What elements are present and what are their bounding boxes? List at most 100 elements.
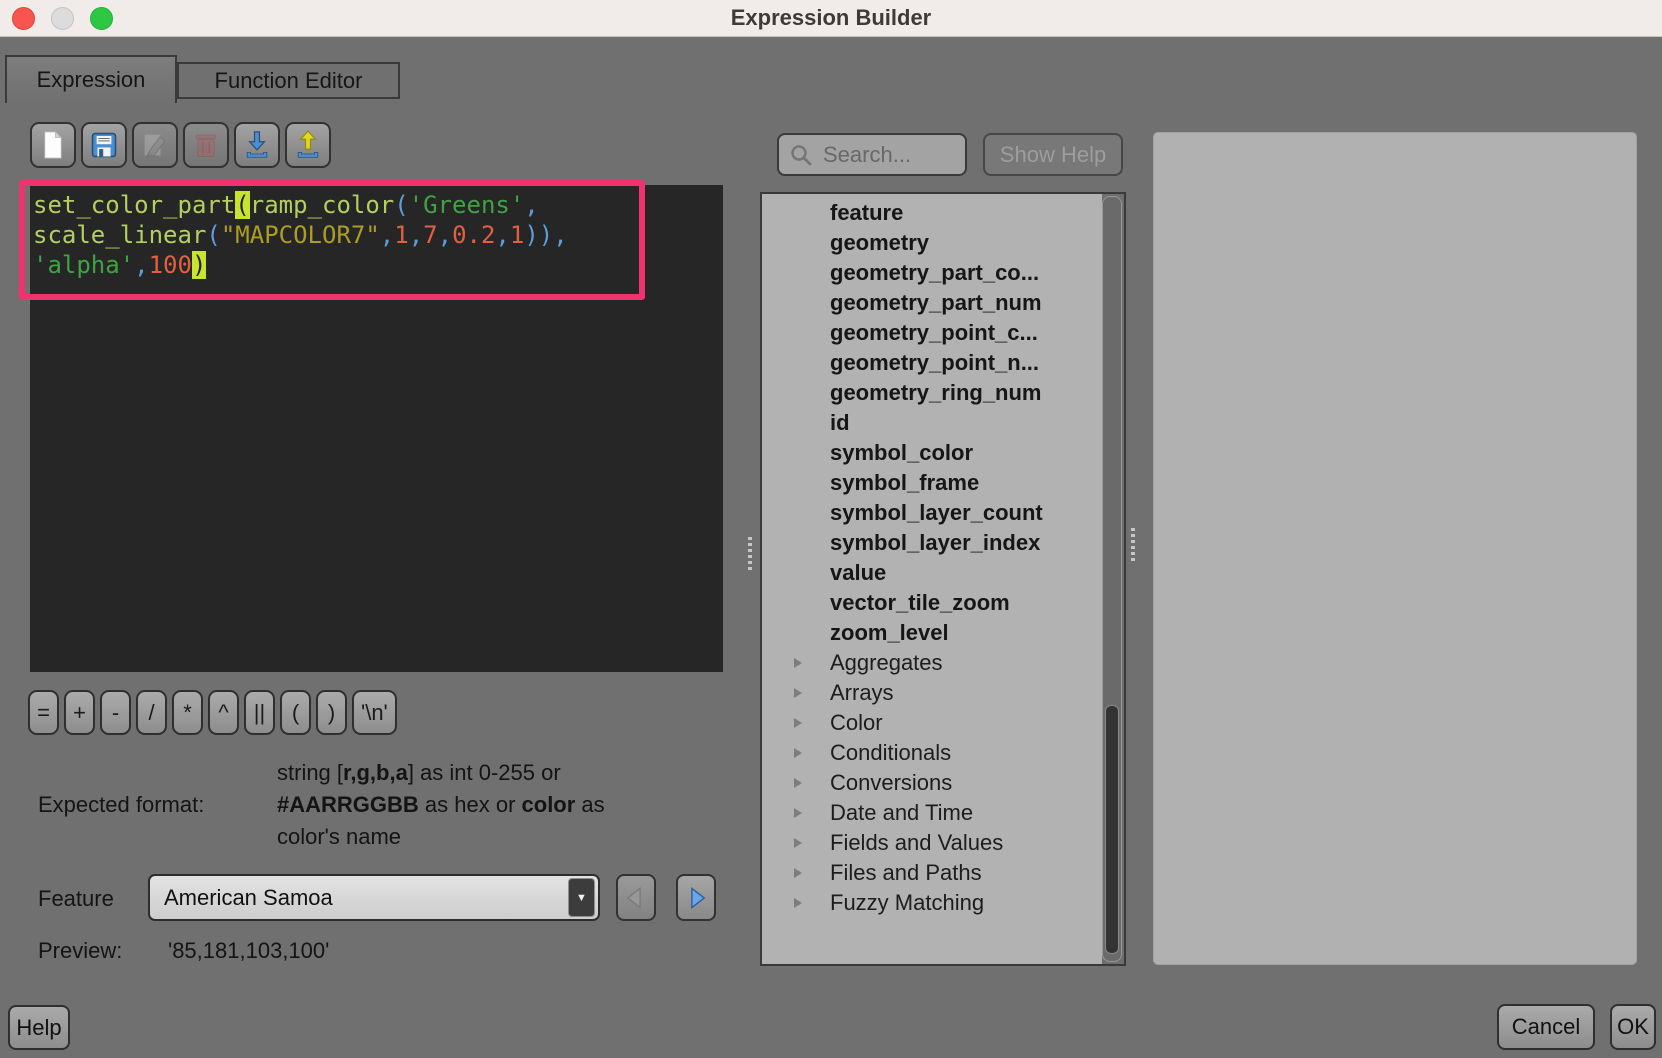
expand-arrow-icon[interactable] (794, 898, 802, 908)
function-item-symbol-layer-index[interactable]: symbol_layer_index (762, 528, 1102, 558)
function-label: geometry_ring_num (830, 380, 1042, 405)
expected-format-line: #AARRGGBB as hex or color as (277, 789, 605, 821)
function-list: featuregeometrygeometry_part_co...geomet… (760, 192, 1126, 966)
function-label: Fields and Values (830, 830, 1003, 855)
function-item-value[interactable]: value (762, 558, 1102, 588)
function-item-geometry-point-c[interactable]: geometry_point_c... (762, 318, 1102, 348)
export-up-arrow-icon (290, 127, 326, 163)
function-item-geometry-part-num[interactable]: geometry_part_num (762, 288, 1102, 318)
function-item-feature[interactable]: feature (762, 198, 1102, 228)
code-token: ( (394, 191, 408, 219)
expand-arrow-icon[interactable] (794, 868, 802, 878)
operator-button-9[interactable]: '\n' (352, 690, 397, 735)
next-feature-button[interactable] (676, 874, 716, 921)
function-group-fields-and-values[interactable]: Fields and Values (762, 828, 1102, 858)
function-label: Conditionals (830, 740, 951, 765)
tab-function-editor[interactable]: Function Editor (177, 62, 400, 99)
window-title: Expression Builder (0, 0, 1662, 36)
function-label: Fuzzy Matching (830, 890, 984, 915)
expected-format-line: color's name (277, 821, 605, 853)
function-item-symbol-frame[interactable]: symbol_frame (762, 468, 1102, 498)
function-item-symbol-color[interactable]: symbol_color (762, 438, 1102, 468)
code-token: 0.2 (452, 221, 495, 249)
search-input[interactable] (823, 142, 955, 168)
function-item-id[interactable]: id (762, 408, 1102, 438)
function-group-fuzzy-matching[interactable]: Fuzzy Matching (762, 888, 1102, 918)
expand-arrow-icon[interactable] (794, 748, 802, 758)
operator-button-2[interactable]: - (100, 690, 131, 735)
function-group-arrays[interactable]: Arrays (762, 678, 1102, 708)
scrollbar-thumb[interactable] (1105, 705, 1119, 954)
combo-dropdown-arrow-icon[interactable]: ▼ (568, 878, 595, 917)
expand-arrow-icon[interactable] (794, 808, 802, 818)
previous-feature-button[interactable] (616, 874, 656, 921)
code-token: , (553, 221, 567, 249)
code-token: , (134, 251, 148, 279)
function-group-files-and-paths[interactable]: Files and Paths (762, 858, 1102, 888)
function-list-scrollbar[interactable] (1102, 196, 1122, 962)
function-label: id (830, 410, 850, 435)
expand-arrow-icon[interactable] (794, 718, 802, 728)
titlebar: Expression Builder (0, 0, 1662, 37)
function-group-conversions[interactable]: Conversions (762, 768, 1102, 798)
new-file-icon (35, 127, 71, 163)
code-token: 100 (149, 251, 192, 279)
new-expression-button[interactable] (30, 122, 76, 168)
operator-button-6[interactable]: || (244, 690, 275, 735)
code-token: , (438, 221, 452, 249)
save-expression-button[interactable] (81, 122, 127, 168)
operator-button-1[interactable]: + (64, 690, 95, 735)
function-label: Conversions (830, 770, 952, 795)
cancel-button[interactable]: Cancel (1497, 1004, 1595, 1050)
function-label: feature (830, 200, 903, 225)
function-item-symbol-layer-count[interactable]: symbol_layer_count (762, 498, 1102, 528)
function-label: geometry_point_n... (830, 350, 1039, 375)
import-expression-button[interactable] (234, 122, 280, 168)
edit-expression-button[interactable] (132, 122, 178, 168)
operator-button-0[interactable]: = (28, 690, 59, 735)
edit-pencil-icon (137, 127, 173, 163)
ok-button[interactable]: OK (1610, 1004, 1656, 1050)
expand-arrow-icon[interactable] (794, 688, 802, 698)
operator-button-3[interactable]: / (136, 690, 167, 735)
import-down-arrow-icon (239, 127, 275, 163)
operator-button-5[interactable]: ^ (208, 690, 239, 735)
code-line: scale_linear("MAPCOLOR7",1,7,0.2,1)), (33, 220, 720, 250)
function-group-date-and-time[interactable]: Date and Time (762, 798, 1102, 828)
next-arrow-icon (681, 883, 711, 913)
previous-arrow-icon (621, 883, 651, 913)
tab-expression-label: Expression (37, 67, 146, 93)
function-group-aggregates[interactable]: Aggregates (762, 648, 1102, 678)
function-item-geometry-ring-num[interactable]: geometry_ring_num (762, 378, 1102, 408)
function-item-geometry[interactable]: geometry (762, 228, 1102, 258)
expand-arrow-icon[interactable] (794, 778, 802, 788)
function-item-geometry-part-co[interactable]: geometry_part_co... (762, 258, 1102, 288)
code-token: )) (524, 221, 553, 249)
function-label: Date and Time (830, 800, 973, 825)
function-group-color[interactable]: Color (762, 708, 1102, 738)
function-item-vector-tile-zoom[interactable]: vector_tile_zoom (762, 588, 1102, 618)
function-group-conditionals[interactable]: Conditionals (762, 738, 1102, 768)
expand-arrow-icon[interactable] (794, 658, 802, 668)
expression-editor[interactable]: set_color_part(ramp_color('Greens',scale… (30, 185, 723, 672)
expression-builder-window: Expression Builder Expression Function E… (0, 0, 1662, 1058)
function-list-viewport: featuregeometrygeometry_part_co...geomet… (762, 194, 1102, 964)
operator-button-4[interactable]: * (172, 690, 203, 735)
function-search-box[interactable] (777, 133, 967, 176)
help-button[interactable]: Help (8, 1005, 70, 1050)
export-expression-button[interactable] (285, 122, 331, 168)
feature-select[interactable]: American Samoa ▼ (148, 874, 600, 921)
expand-arrow-icon[interactable] (794, 838, 802, 848)
right-splitter-handle[interactable] (1131, 528, 1135, 561)
function-item-geometry-point-n[interactable]: geometry_point_n... (762, 348, 1102, 378)
show-help-button[interactable]: Show Help (983, 133, 1123, 176)
operator-button-8[interactable]: ) (316, 690, 347, 735)
operator-button-7[interactable]: ( (280, 690, 311, 735)
code-token: ) (192, 251, 206, 279)
code-token: ( (235, 191, 249, 219)
function-item-zoom-level[interactable]: zoom_level (762, 618, 1102, 648)
save-icon (86, 127, 122, 163)
tab-expression[interactable]: Expression (5, 55, 177, 103)
left-splitter-handle[interactable] (748, 537, 752, 570)
delete-expression-button[interactable] (183, 122, 229, 168)
